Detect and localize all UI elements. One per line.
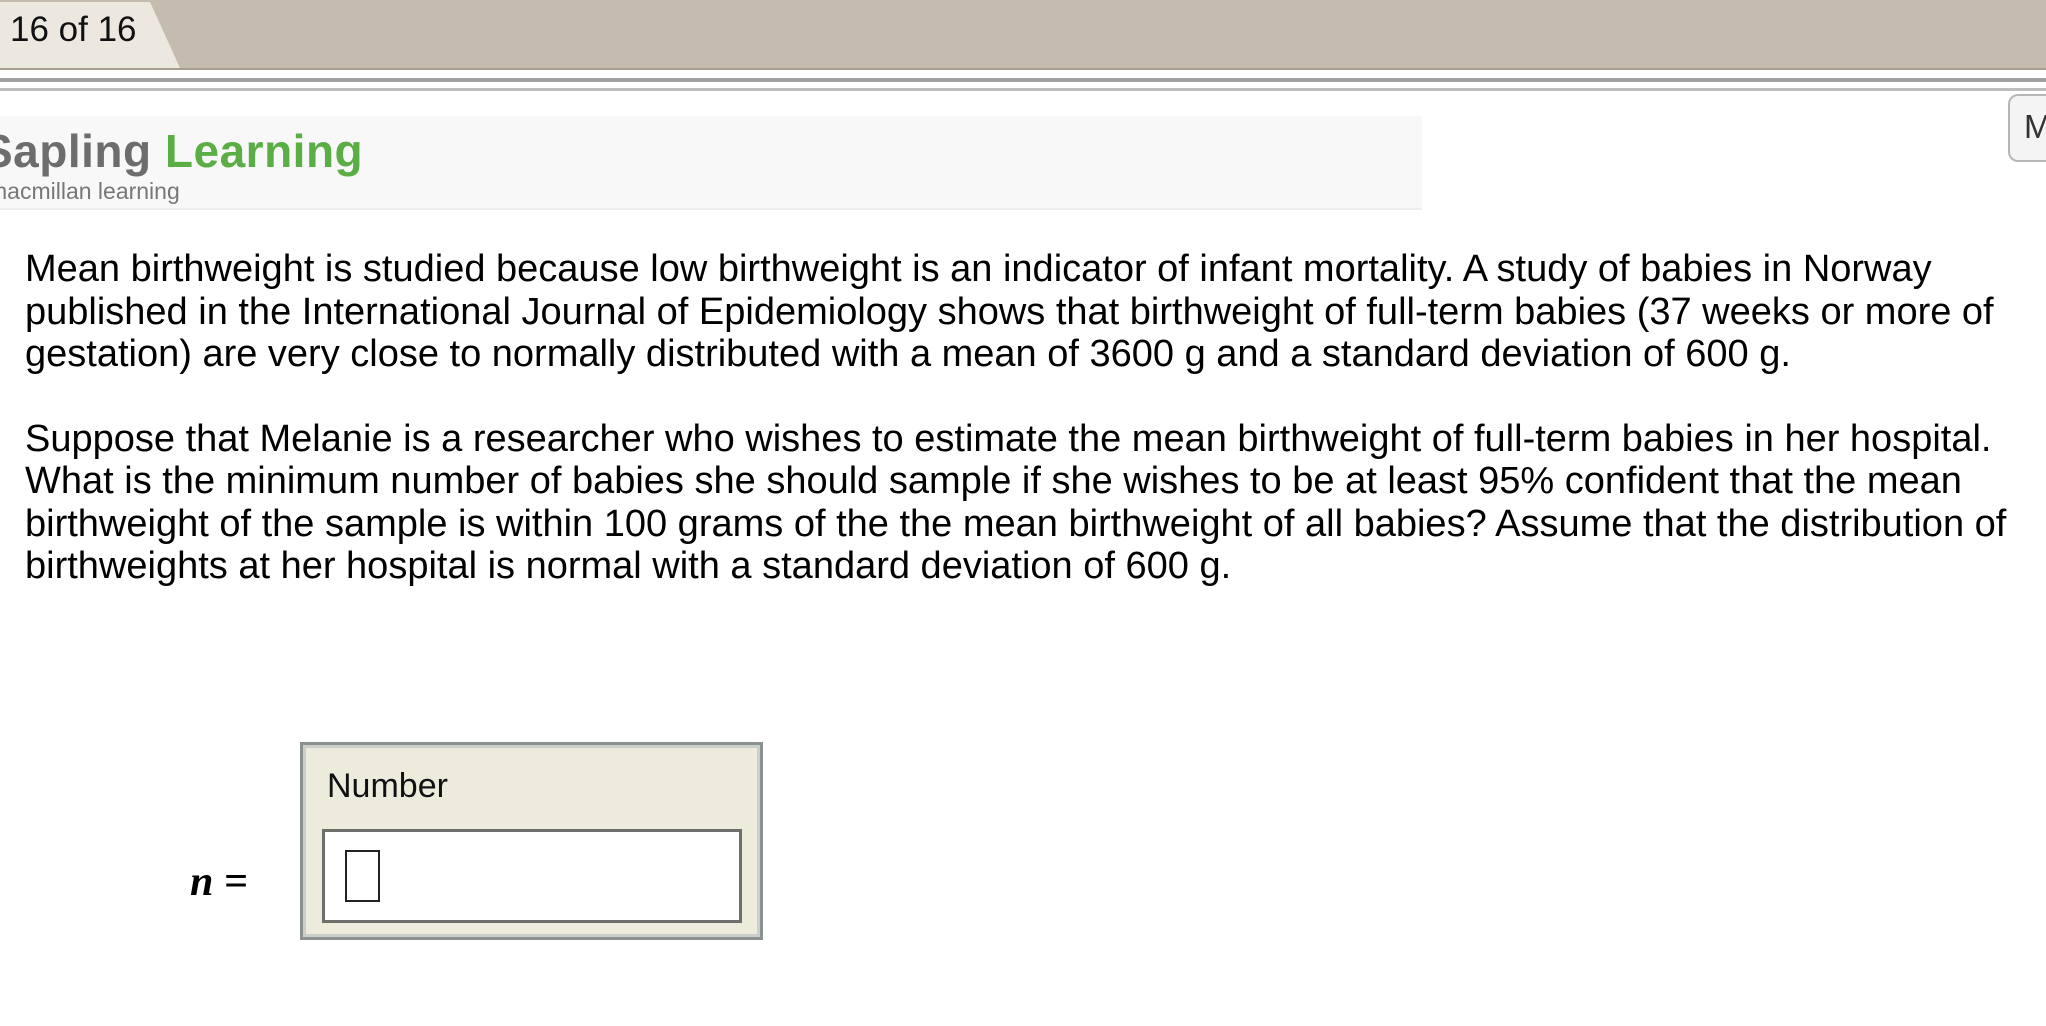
answer-variable-label: n = [190,859,248,905]
divider-line [0,78,2046,82]
question-text: Mean birthweight is studied because low … [25,248,2040,630]
logo-header: Sapling Learning macmillan learning [0,116,1422,210]
question-paragraph-2: Suppose that Melanie is a researcher who… [25,417,2007,588]
page: 16 of 16 M Sapling Learning macmillan le… [0,0,2046,1026]
logo-word-learning: Learning [164,125,364,177]
tab-bar: 16 of 16 [0,0,2046,70]
question-counter: 16 of 16 [10,10,137,49]
sapling-learning-logo: Sapling Learning [0,124,363,178]
question-tab[interactable]: 16 of 16 [0,2,180,68]
input-cursor-icon [345,850,380,902]
answer-box: Number [300,742,763,940]
answer-type-label: Number [327,767,448,805]
side-menu-tab-label: M [2024,108,2046,145]
logo-word-sapling: Sapling [0,125,152,177]
side-menu-tab[interactable]: M [2008,94,2046,162]
logo-subtitle: macmillan learning [0,178,180,204]
divider-line [0,88,2046,91]
number-answer-input[interactable] [322,829,742,923]
question-paragraph-1: Mean birthweight is studied because low … [25,248,1994,375]
